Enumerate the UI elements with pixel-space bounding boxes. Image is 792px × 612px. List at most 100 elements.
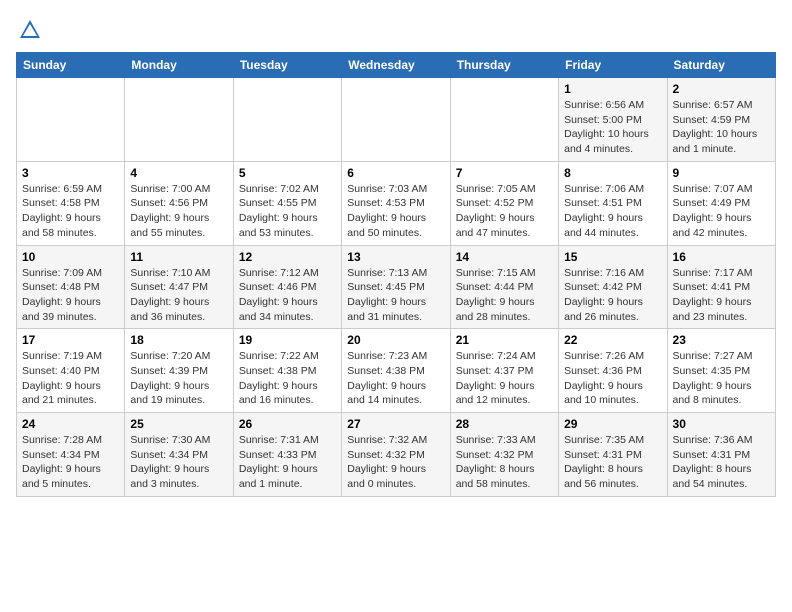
calendar-cell: 24 Sunrise: 7:28 AM Sunset: 4:34 PM Dayli… — [17, 413, 125, 497]
day-info: Sunrise: 7:09 AM Sunset: 4:48 PM Dayligh… — [22, 266, 119, 325]
day-number: 2 — [673, 82, 770, 96]
calendar-cell: 16 Sunrise: 7:17 AM Sunset: 4:41 PM Dayli… — [667, 245, 775, 329]
day-number: 16 — [673, 250, 770, 264]
day-number: 5 — [239, 166, 336, 180]
day-info: Sunrise: 7:30 AM Sunset: 4:34 PM Dayligh… — [130, 433, 227, 492]
calendar-cell — [342, 78, 450, 162]
day-info: Sunrise: 7:35 AM Sunset: 4:31 PM Dayligh… — [564, 433, 661, 492]
day-info: Sunrise: 7:07 AM Sunset: 4:49 PM Dayligh… — [673, 182, 770, 241]
day-number: 30 — [673, 417, 770, 431]
day-number: 1 — [564, 82, 661, 96]
calendar-week-row: 10 Sunrise: 7:09 AM Sunset: 4:48 PM Dayli… — [17, 245, 776, 329]
calendar-cell: 6 Sunrise: 7:03 AM Sunset: 4:53 PM Daylig… — [342, 161, 450, 245]
day-info: Sunrise: 7:02 AM Sunset: 4:55 PM Dayligh… — [239, 182, 336, 241]
weekday-header-wednesday: Wednesday — [342, 53, 450, 78]
calendar-cell: 2 Sunrise: 6:57 AM Sunset: 4:59 PM Daylig… — [667, 78, 775, 162]
calendar-cell — [450, 78, 558, 162]
day-info: Sunrise: 7:06 AM Sunset: 4:51 PM Dayligh… — [564, 182, 661, 241]
day-info: Sunrise: 6:56 AM Sunset: 5:00 PM Dayligh… — [564, 98, 661, 157]
calendar-cell: 13Sunrise: 7:13 AM Sunset: 4:45 PM Dayli… — [342, 245, 450, 329]
weekday-header-monday: Monday — [125, 53, 233, 78]
day-number: 20 — [347, 333, 444, 347]
day-number: 24 — [22, 417, 119, 431]
calendar-cell: 19 Sunrise: 7:22 AM Sunset: 4:38 PM Dayli… — [233, 329, 341, 413]
day-info: Sunrise: 7:03 AM Sunset: 4:53 PM Dayligh… — [347, 182, 444, 241]
calendar-cell: 23 Sunrise: 7:27 AM Sunset: 4:35 PM Dayli… — [667, 329, 775, 413]
day-info: Sunrise: 7:00 AM Sunset: 4:56 PM Dayligh… — [130, 182, 227, 241]
day-number: 7 — [456, 166, 553, 180]
day-info: Sunrise: 7:31 AM Sunset: 4:33 PM Dayligh… — [239, 433, 336, 492]
day-info: Sunrise: 7:12 AM Sunset: 4:46 PM Dayligh… — [239, 266, 336, 325]
calendar-cell: 18Sunrise: 7:20 AM Sunset: 4:39 PM Dayli… — [125, 329, 233, 413]
day-number: 17 — [22, 333, 119, 347]
day-info: Sunrise: 7:28 AM Sunset: 4:34 PM Dayligh… — [22, 433, 119, 492]
day-number: 6 — [347, 166, 444, 180]
day-number: 27 — [347, 417, 444, 431]
day-number: 23 — [673, 333, 770, 347]
day-info: Sunrise: 7:19 AM Sunset: 4:40 PM Dayligh… — [22, 349, 119, 408]
calendar-cell: 3 Sunrise: 6:59 AM Sunset: 4:58 PM Daylig… — [17, 161, 125, 245]
day-number: 8 — [564, 166, 661, 180]
day-info: Sunrise: 7:16 AM Sunset: 4:42 PM Dayligh… — [564, 266, 661, 325]
day-number: 19 — [239, 333, 336, 347]
calendar-cell: 15 Sunrise: 7:16 AM Sunset: 4:42 PM Dayli… — [559, 245, 667, 329]
calendar-cell: 9 Sunrise: 7:07 AM Sunset: 4:49 PM Daylig… — [667, 161, 775, 245]
day-info: Sunrise: 7:10 AM Sunset: 4:47 PM Dayligh… — [130, 266, 227, 325]
day-info: Sunrise: 7:24 AM Sunset: 4:37 PM Dayligh… — [456, 349, 553, 408]
day-number: 10 — [22, 250, 119, 264]
day-number: 12 — [239, 250, 336, 264]
day-number: 14 — [456, 250, 553, 264]
day-number: 11 — [130, 250, 227, 264]
calendar-cell: 26 Sunrise: 7:31 AM Sunset: 4:33 PM Dayli… — [233, 413, 341, 497]
weekday-header-saturday: Saturday — [667, 53, 775, 78]
calendar-week-row: 17 Sunrise: 7:19 AM Sunset: 4:40 PM Dayli… — [17, 329, 776, 413]
day-number: 22 — [564, 333, 661, 347]
calendar-cell: 17 Sunrise: 7:19 AM Sunset: 4:40 PM Dayli… — [17, 329, 125, 413]
calendar-week-row: 24 Sunrise: 7:28 AM Sunset: 4:34 PM Dayli… — [17, 413, 776, 497]
day-info: Sunrise: 7:36 AM Sunset: 4:31 PM Dayligh… — [673, 433, 770, 492]
day-info: Sunrise: 7:26 AM Sunset: 4:36 PM Dayligh… — [564, 349, 661, 408]
day-number: 9 — [673, 166, 770, 180]
calendar-cell: 12 Sunrise: 7:12 AM Sunset: 4:46 PM Dayli… — [233, 245, 341, 329]
calendar-cell: 11 Sunrise: 7:10 AM Sunset: 4:47 PM Dayli… — [125, 245, 233, 329]
day-info: Sunrise: 6:57 AM Sunset: 4:59 PM Dayligh… — [673, 98, 770, 157]
day-info: Sunrise: 7:05 AM Sunset: 4:52 PM Dayligh… — [456, 182, 553, 241]
page-header — [16, 16, 776, 44]
calendar-cell — [125, 78, 233, 162]
calendar-cell: 10 Sunrise: 7:09 AM Sunset: 4:48 PM Dayli… — [17, 245, 125, 329]
logo — [16, 16, 48, 44]
calendar-cell: 20 Sunrise: 7:23 AM Sunset: 4:38 PM Dayli… — [342, 329, 450, 413]
day-number: 26 — [239, 417, 336, 431]
calendar-cell: 5 Sunrise: 7:02 AM Sunset: 4:55 PM Daylig… — [233, 161, 341, 245]
calendar-cell: 22 Sunrise: 7:26 AM Sunset: 4:36 PM Dayli… — [559, 329, 667, 413]
day-info: Sunrise: 7:23 AM Sunset: 4:38 PM Dayligh… — [347, 349, 444, 408]
day-info: Sunrise: 7:33 AM Sunset: 4:32 PM Dayligh… — [456, 433, 553, 492]
calendar-cell: 4Sunrise: 7:00 AM Sunset: 4:56 PM Daylig… — [125, 161, 233, 245]
logo-icon — [16, 16, 44, 44]
day-info: Sunrise: 7:15 AM Sunset: 4:44 PM Dayligh… — [456, 266, 553, 325]
calendar-cell: 30 Sunrise: 7:36 AM Sunset: 4:31 PM Dayli… — [667, 413, 775, 497]
day-number: 29 — [564, 417, 661, 431]
day-info: Sunrise: 7:32 AM Sunset: 4:32 PM Dayligh… — [347, 433, 444, 492]
day-info: Sunrise: 7:22 AM Sunset: 4:38 PM Dayligh… — [239, 349, 336, 408]
day-info: Sunrise: 6:59 AM Sunset: 4:58 PM Dayligh… — [22, 182, 119, 241]
calendar-table: SundayMondayTuesdayWednesdayThursdayFrid… — [16, 52, 776, 497]
day-info: Sunrise: 7:17 AM Sunset: 4:41 PM Dayligh… — [673, 266, 770, 325]
calendar-cell: 1 Sunrise: 6:56 AM Sunset: 5:00 PM Daylig… — [559, 78, 667, 162]
calendar-week-row: 3 Sunrise: 6:59 AM Sunset: 4:58 PM Daylig… — [17, 161, 776, 245]
day-info: Sunrise: 7:27 AM Sunset: 4:35 PM Dayligh… — [673, 349, 770, 408]
day-number: 15 — [564, 250, 661, 264]
weekday-header-thursday: Thursday — [450, 53, 558, 78]
weekday-header-sunday: Sunday — [17, 53, 125, 78]
calendar-cell: 14 Sunrise: 7:15 AM Sunset: 4:44 PM Dayli… — [450, 245, 558, 329]
day-number: 28 — [456, 417, 553, 431]
calendar-cell: 21 Sunrise: 7:24 AM Sunset: 4:37 PM Dayli… — [450, 329, 558, 413]
calendar-cell: 27 Sunrise: 7:32 AM Sunset: 4:32 PM Dayli… — [342, 413, 450, 497]
calendar-cell: 7 Sunrise: 7:05 AM Sunset: 4:52 PM Daylig… — [450, 161, 558, 245]
calendar-header-row: SundayMondayTuesdayWednesdayThursdayFrid… — [17, 53, 776, 78]
day-number: 18 — [130, 333, 227, 347]
day-number: 3 — [22, 166, 119, 180]
calendar-week-row: 1 Sunrise: 6:56 AM Sunset: 5:00 PM Daylig… — [17, 78, 776, 162]
day-number: 21 — [456, 333, 553, 347]
calendar-cell — [233, 78, 341, 162]
